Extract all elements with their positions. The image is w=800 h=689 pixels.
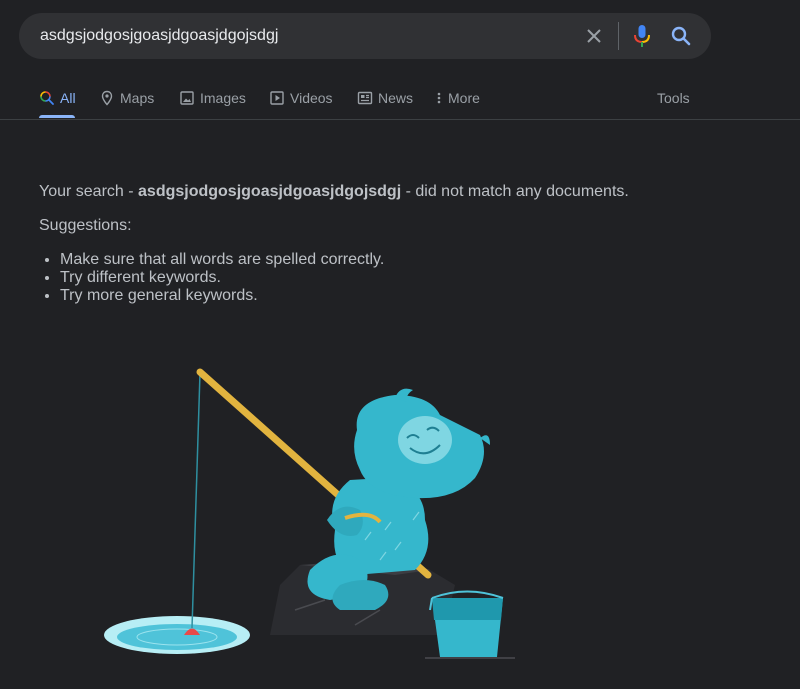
map-pin-icon bbox=[99, 90, 115, 106]
search-tabs: All Maps Images Videos News More Tools bbox=[0, 78, 800, 120]
tab-news[interactable]: News bbox=[357, 78, 413, 118]
message-prefix: Your search - bbox=[39, 183, 139, 200]
search-icon[interactable] bbox=[669, 24, 693, 48]
tools-button[interactable]: Tools bbox=[657, 78, 690, 118]
tab-images[interactable]: Images bbox=[179, 78, 246, 118]
search-input[interactable] bbox=[40, 13, 560, 59]
image-icon bbox=[179, 90, 195, 106]
tab-videos[interactable]: Videos bbox=[269, 78, 333, 118]
newspaper-icon bbox=[357, 90, 373, 106]
fishing-line bbox=[191, 372, 201, 629]
list-item: Try different keywords. bbox=[60, 269, 384, 287]
tab-label: All bbox=[60, 90, 76, 106]
microphone-icon[interactable] bbox=[630, 23, 654, 49]
no-results-message: Your search - asdgsjodgosjgoasjdgoasjdgo… bbox=[39, 181, 629, 203]
suggestions-title: Suggestions: bbox=[39, 217, 132, 234]
search-box[interactable] bbox=[19, 13, 711, 59]
tab-more[interactable]: More bbox=[435, 78, 480, 118]
tab-label: More bbox=[448, 90, 480, 106]
play-icon bbox=[269, 90, 285, 106]
tools-label: Tools bbox=[657, 90, 690, 106]
yeti-fishing-illustration bbox=[104, 368, 515, 659]
tab-all[interactable]: All bbox=[39, 78, 76, 118]
suggestions-list: Make sure that all words are spelled cor… bbox=[39, 251, 384, 305]
bucket bbox=[429, 590, 504, 657]
more-vert-icon bbox=[435, 90, 443, 106]
message-suffix: - did not match any documents. bbox=[401, 183, 629, 200]
tab-label: News bbox=[378, 90, 414, 106]
search-icon bbox=[39, 90, 55, 106]
list-item: Make sure that all words are spelled cor… bbox=[60, 251, 384, 269]
list-item: Try more general keywords. bbox=[60, 287, 384, 305]
tab-maps[interactable]: Maps bbox=[99, 78, 154, 118]
search-results-page: All Maps Images Videos News bbox=[0, 0, 800, 689]
active-tab-indicator bbox=[39, 115, 75, 118]
tab-label: Maps bbox=[120, 90, 155, 106]
message-query: asdgsjodgosjgoasjdgoasjdgojsdgj bbox=[138, 183, 402, 200]
tab-label: Images bbox=[200, 90, 246, 106]
close-icon[interactable] bbox=[582, 24, 606, 48]
search-box-divider bbox=[618, 22, 619, 50]
header-divider bbox=[0, 119, 800, 120]
tab-label: Videos bbox=[290, 90, 333, 106]
